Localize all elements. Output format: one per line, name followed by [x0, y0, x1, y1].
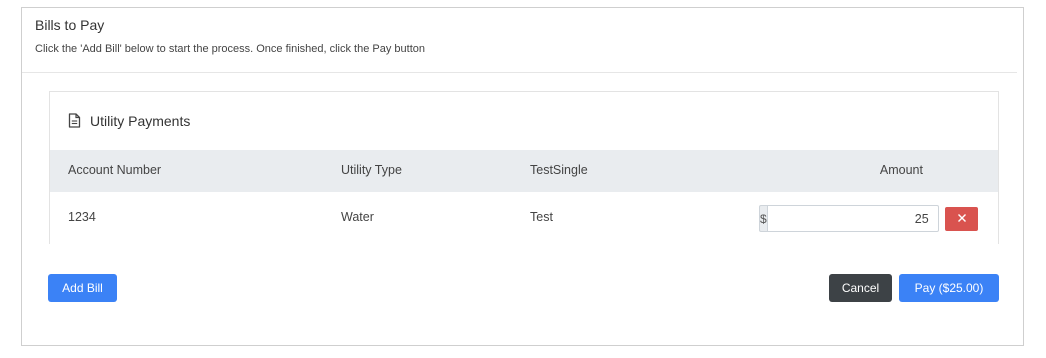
close-icon	[957, 210, 967, 228]
document-icon	[68, 113, 81, 128]
remove-bill-button[interactable]	[945, 207, 978, 231]
amount-input[interactable]	[766, 205, 939, 232]
cancel-button[interactable]: Cancel	[829, 274, 892, 302]
column-header-test-single: TestSingle	[530, 163, 588, 177]
utility-payments-card: Utility Payments Account Number Utility …	[49, 91, 999, 244]
pay-button[interactable]: Pay ($25.00)	[899, 274, 999, 302]
currency-addon: $	[759, 205, 767, 232]
page-title: Bills to Pay	[35, 17, 105, 33]
test-single-cell: Test	[530, 210, 553, 224]
column-header-account-number: Account Number	[68, 163, 162, 177]
add-bill-button[interactable]: Add Bill	[48, 274, 117, 302]
column-header-utility-type: Utility Type	[341, 163, 402, 177]
account-number-cell: 1234	[68, 210, 96, 224]
page-instructions: Click the 'Add Bill' below to start the …	[35, 43, 426, 55]
column-header-amount: Amount	[879, 163, 923, 177]
header-divider	[22, 72, 1017, 73]
utility-type-cell: Water	[341, 210, 374, 224]
card-header: Utility Payments	[50, 92, 998, 149]
table-row: 1234 Water Test $	[50, 192, 998, 244]
table-header: Account Number Utility Type TestSingle A…	[50, 150, 998, 192]
amount-input-group: $	[759, 205, 939, 232]
card-title: Utility Payments	[90, 112, 191, 129]
bills-to-pay-panel: Bills to Pay Click the 'Add Bill' below …	[21, 7, 1024, 346]
